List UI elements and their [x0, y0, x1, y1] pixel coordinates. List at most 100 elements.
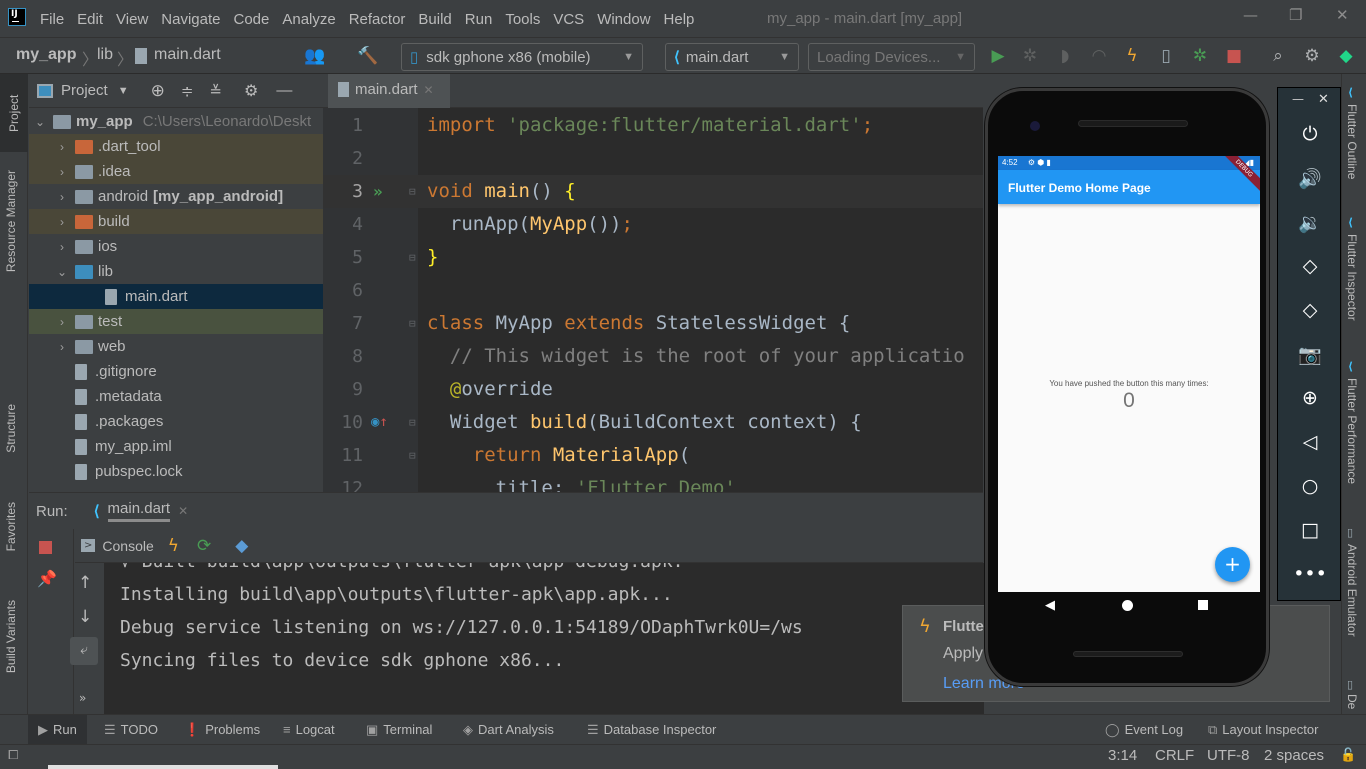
debug-icon[interactable]: ✲ [1020, 46, 1040, 66]
menu-view[interactable]: View [116, 11, 148, 28]
tree-item[interactable]: my_app.iml [29, 434, 323, 459]
caret-position[interactable]: 3:14 [1108, 747, 1137, 764]
tree-item[interactable]: main.dart [29, 284, 323, 309]
bottom-tab-terminal[interactable]: ▣ Terminal [366, 715, 432, 744]
console-output[interactable]: √ Built build\app\outputs\flutter-apk\ap… [104, 563, 984, 714]
tool-tab-resource-manager[interactable]: Resource Manager [4, 170, 18, 272]
project-view-selector[interactable]: Project [61, 82, 108, 99]
tree-item-root[interactable]: ⌄ my_app C:\Users\Leonardo\Deskt [29, 109, 323, 134]
file-encoding[interactable]: UTF-8 [1207, 747, 1250, 764]
chevron-right-icon[interactable]: › [55, 140, 69, 154]
close-emulator-icon[interactable]: ✕ [1318, 92, 1329, 107]
menu-refactor[interactable]: Refactor [349, 11, 406, 28]
code-line[interactable]: 4 runApp(MyApp()); [323, 208, 983, 241]
tree-item[interactable]: .gitignore [29, 359, 323, 384]
run-tab-main-dart[interactable]: main.dart [107, 500, 171, 522]
close-tab-icon[interactable]: ✕ [424, 83, 434, 97]
breadcrumb-file[interactable]: main.dart [154, 46, 221, 64]
lock-icon[interactable]: 🔓 [1340, 747, 1356, 763]
tree-item[interactable]: pubspec.lock [29, 459, 323, 484]
chevron-down-icon[interactable]: ⌄ [55, 265, 69, 279]
menu-vcs[interactable]: VCS [553, 11, 584, 28]
code-line[interactable]: 1 import 'package:flutter/material.dart'; [323, 109, 983, 142]
code-line[interactable]: 11 return MaterialApp(⊟ [323, 439, 983, 472]
tool-tab-project[interactable]: Project [0, 74, 28, 152]
chevron-down-icon[interactable]: ▼ [118, 85, 129, 97]
menu-run[interactable]: Run [465, 11, 493, 28]
gear-icon[interactable]: ⚙ [1302, 46, 1322, 66]
fold-icon[interactable]: ⊟ [409, 241, 416, 274]
restore-button[interactable]: ❐ [1289, 6, 1302, 24]
zoom-icon[interactable]: ⊕ [1278, 387, 1342, 409]
tree-item[interactable]: › web [29, 334, 323, 359]
minimize-emulator-icon[interactable]: — [1292, 92, 1304, 106]
increment-fab[interactable]: + [1215, 547, 1250, 582]
breadcrumb-lib[interactable]: lib [97, 46, 113, 64]
gear-icon[interactable]: ⚙ [244, 81, 258, 101]
bottom-tab-todo[interactable]: ☰ TODO [104, 715, 158, 744]
device-selector[interactable]: ▯ sdk gphone x86 (mobile) ▼ [401, 43, 643, 71]
nav-overview-icon[interactable] [1198, 600, 1208, 610]
menu-window[interactable]: Window [597, 11, 650, 28]
code-line[interactable]: 3 void main() {» ⊟ [323, 175, 983, 208]
code-line[interactable]: 5} ⊟ [323, 241, 983, 274]
pin-icon[interactable]: 📌 [37, 569, 57, 588]
power-icon[interactable]: ⏻ [1278, 123, 1342, 145]
overview-icon[interactable]: □ [1278, 519, 1342, 541]
fold-icon[interactable]: ⊟ [409, 175, 416, 208]
close-tab-icon[interactable]: ✕ [178, 504, 188, 518]
volume-up-icon[interactable]: 🔊 [1278, 167, 1342, 190]
fold-icon[interactable]: ⊟ [409, 307, 416, 340]
build-hammer-icon[interactable]: 🔨 [357, 46, 378, 66]
fold-icon[interactable]: ⊟ [409, 406, 416, 439]
chevron-right-icon[interactable]: › [55, 215, 69, 229]
arrow-down-icon[interactable]: ↓ [78, 607, 92, 627]
collapse-all-icon[interactable]: ≚ [209, 82, 222, 100]
hot-reload-icon[interactable]: ϟ [168, 536, 179, 556]
hide-icon[interactable]: — [276, 82, 292, 100]
tool-tab-android-emulator[interactable]: Android Emulator [1345, 544, 1359, 637]
chevron-right-icon[interactable]: › [55, 315, 69, 329]
tool-tab-flutter-outline[interactable]: Flutter Outline [1345, 104, 1359, 179]
more-icon[interactable]: » [79, 691, 86, 705]
chevron-right-icon[interactable]: › [55, 165, 69, 179]
volume-down-icon[interactable]: 🔉 [1278, 211, 1342, 234]
menu-code[interactable]: Code [233, 11, 269, 28]
bottom-tab-logcat[interactable]: ≡ Logcat [283, 715, 335, 744]
nav-back-icon[interactable]: ◀ [1045, 598, 1055, 613]
profiler-icon[interactable]: ◠ [1089, 46, 1109, 66]
hot-reload-icon[interactable]: ϟ [1122, 46, 1142, 66]
tree-item[interactable]: › .dart_tool [29, 134, 323, 159]
tree-item[interactable]: ⌄ lib [29, 259, 323, 284]
tool-tab-flutter-performance[interactable]: Flutter Performance [1345, 378, 1359, 484]
stop-icon[interactable]: ■ [1224, 46, 1244, 66]
console-tab[interactable]: Console [102, 538, 153, 554]
soft-wrap-icon[interactable]: ⤶ [70, 637, 98, 665]
tree-item[interactable]: › ios [29, 234, 323, 259]
bottom-tab-problems[interactable]: ❗ Problems [184, 715, 260, 744]
code-editor[interactable]: 1 import 'package:flutter/material.dart';… [323, 108, 983, 492]
expand-all-icon[interactable]: ≑ [181, 82, 194, 100]
device-screen[interactable]: 4:52 ⚙ ⬢ ▮ ▼◢▮ Flutter Demo Home Page DE… [998, 156, 1260, 592]
stop-icon[interactable] [39, 541, 52, 554]
bottom-tab-layout-inspector[interactable]: ⧉ Layout Inspector [1208, 715, 1318, 744]
close-button[interactable]: ✕ [1336, 6, 1349, 24]
dart-devtools-icon[interactable]: ◆ [235, 536, 248, 556]
arrow-up-icon[interactable]: ↑ [78, 573, 92, 593]
bottom-tab-database-inspector[interactable]: ☰ Database Inspector [587, 715, 716, 744]
code-line[interactable]: 8 // This widget is the root of your app… [323, 340, 983, 373]
menu-tools[interactable]: Tools [505, 11, 540, 28]
override-gutter-icon[interactable]: ◉↑ [371, 406, 388, 439]
tool-tab-flutter-inspector[interactable]: Flutter Inspector [1345, 234, 1359, 321]
menu-file[interactable]: File [40, 11, 64, 28]
indent-setting[interactable]: 2 spaces [1264, 747, 1324, 764]
chevron-right-icon[interactable]: › [55, 340, 69, 354]
code-line[interactable]: 10 Widget build(BuildContext context) {◉… [323, 406, 983, 439]
tree-item[interactable]: .metadata [29, 384, 323, 409]
tree-item[interactable]: .packages [29, 409, 323, 434]
chevron-right-icon[interactable]: › [55, 190, 69, 204]
code-line[interactable]: 6 [323, 274, 983, 307]
locate-icon[interactable]: ⊕ [151, 81, 165, 101]
rotate-left-icon[interactable]: ◇ [1278, 255, 1342, 277]
menu-build[interactable]: Build [418, 11, 451, 28]
